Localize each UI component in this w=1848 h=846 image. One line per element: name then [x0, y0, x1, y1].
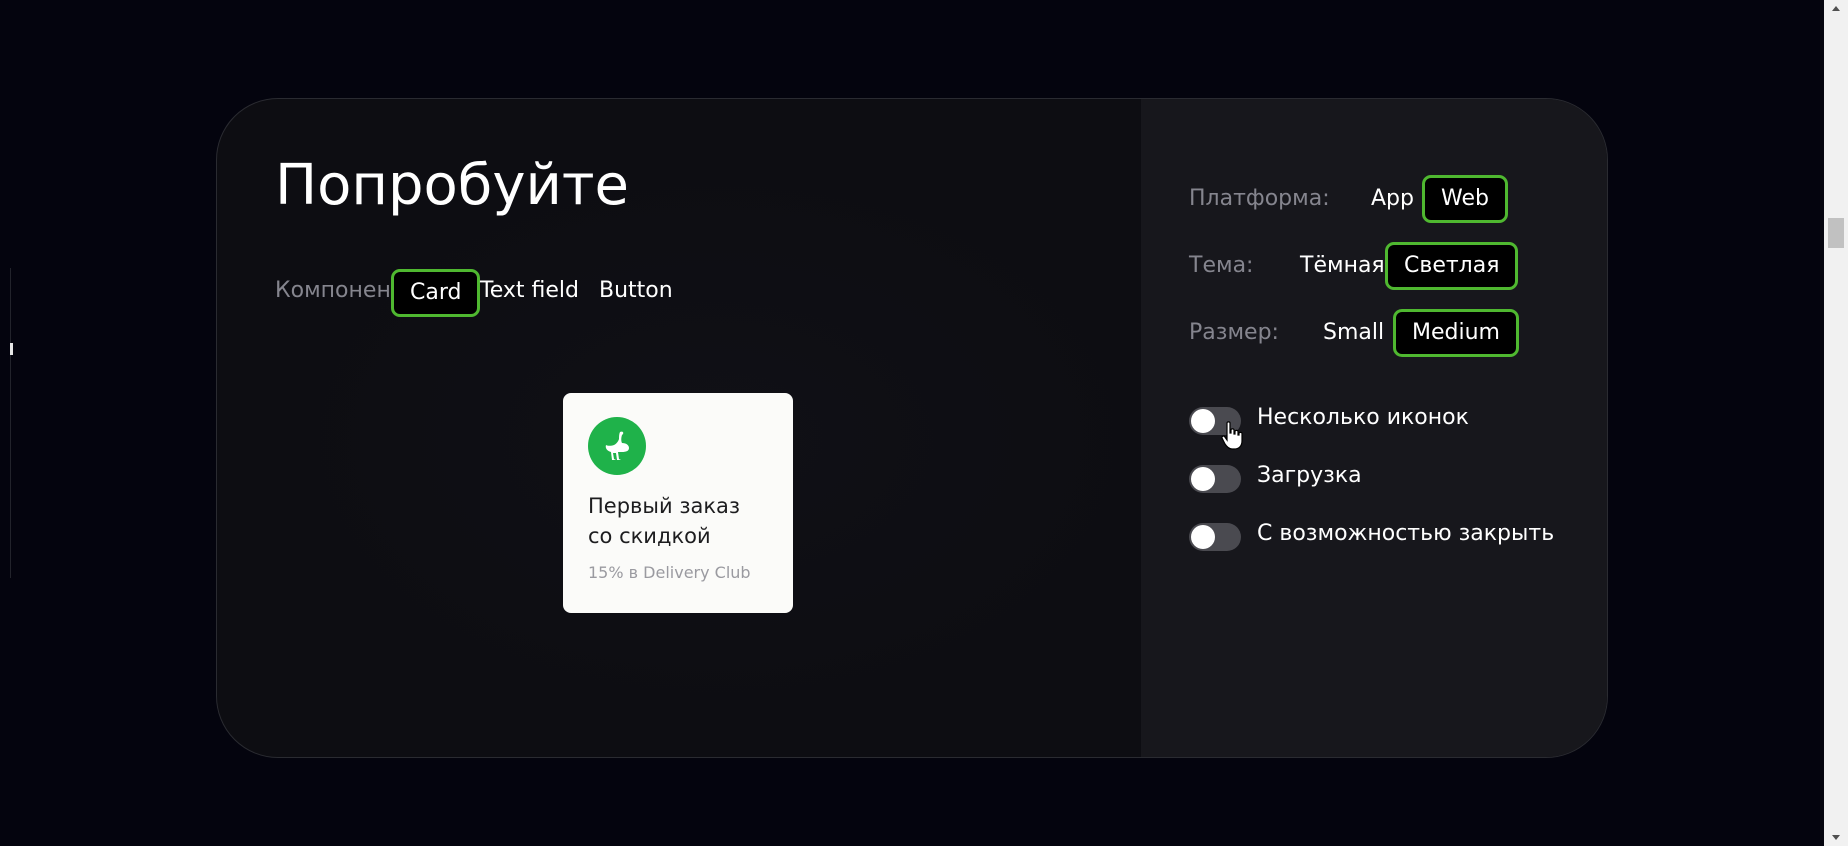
- toggle-knob: [1191, 525, 1215, 549]
- card-title-line-2: со скидкой: [588, 524, 711, 548]
- toggle-loading[interactable]: [1189, 465, 1241, 493]
- scroll-down-arrow-icon[interactable]: [1832, 835, 1840, 840]
- component-option-text-field[interactable]: Text field: [464, 269, 595, 317]
- theme-option-light[interactable]: Светлая: [1385, 242, 1519, 290]
- platform-option-web[interactable]: Web: [1422, 175, 1508, 223]
- page-title: Попробуйте: [275, 153, 629, 218]
- side-progress-marker: [10, 343, 13, 355]
- toggle-label-multiple-icons: Несколько иконок: [1257, 405, 1469, 430]
- size-option-medium[interactable]: Medium: [1393, 309, 1519, 357]
- ostrich-icon: [588, 417, 646, 475]
- size-option-small[interactable]: Small: [1307, 311, 1400, 359]
- theme-option-dark[interactable]: Тёмная: [1284, 244, 1401, 292]
- card-subtitle: 15% в Delivery Club: [588, 563, 751, 582]
- toggle-label-closable: С возможностью закрыть: [1257, 521, 1555, 546]
- scroll-thumb[interactable]: [1828, 218, 1844, 248]
- card-title: Первый заказ со скидкой: [588, 491, 778, 551]
- page-scrollbar[interactable]: [1824, 0, 1848, 846]
- toggle-closable[interactable]: [1189, 523, 1241, 551]
- size-label: Размер:: [1189, 320, 1279, 345]
- card-title-line-1: Первый заказ: [588, 494, 741, 518]
- preview-card[interactable]: Первый заказ со скидкой 15% в Delivery C…: [563, 393, 793, 613]
- page: Попробуйте Компонент: Card Text field Bu…: [0, 0, 1848, 846]
- scroll-up-arrow-icon[interactable]: [1832, 6, 1840, 11]
- platform-option-app[interactable]: App: [1355, 177, 1430, 225]
- component-option-button[interactable]: Button: [583, 269, 689, 317]
- toggle-knob: [1191, 467, 1215, 491]
- theme-label: Тема:: [1189, 253, 1254, 278]
- side-progress-track: [10, 268, 11, 578]
- platform-label: Платформа:: [1189, 186, 1330, 211]
- toggle-knob: [1191, 409, 1215, 433]
- playground-panel: Попробуйте Компонент: Card Text field Bu…: [216, 98, 1608, 758]
- hand-cursor-icon: [1221, 421, 1243, 455]
- toggle-label-loading: Загрузка: [1257, 463, 1362, 488]
